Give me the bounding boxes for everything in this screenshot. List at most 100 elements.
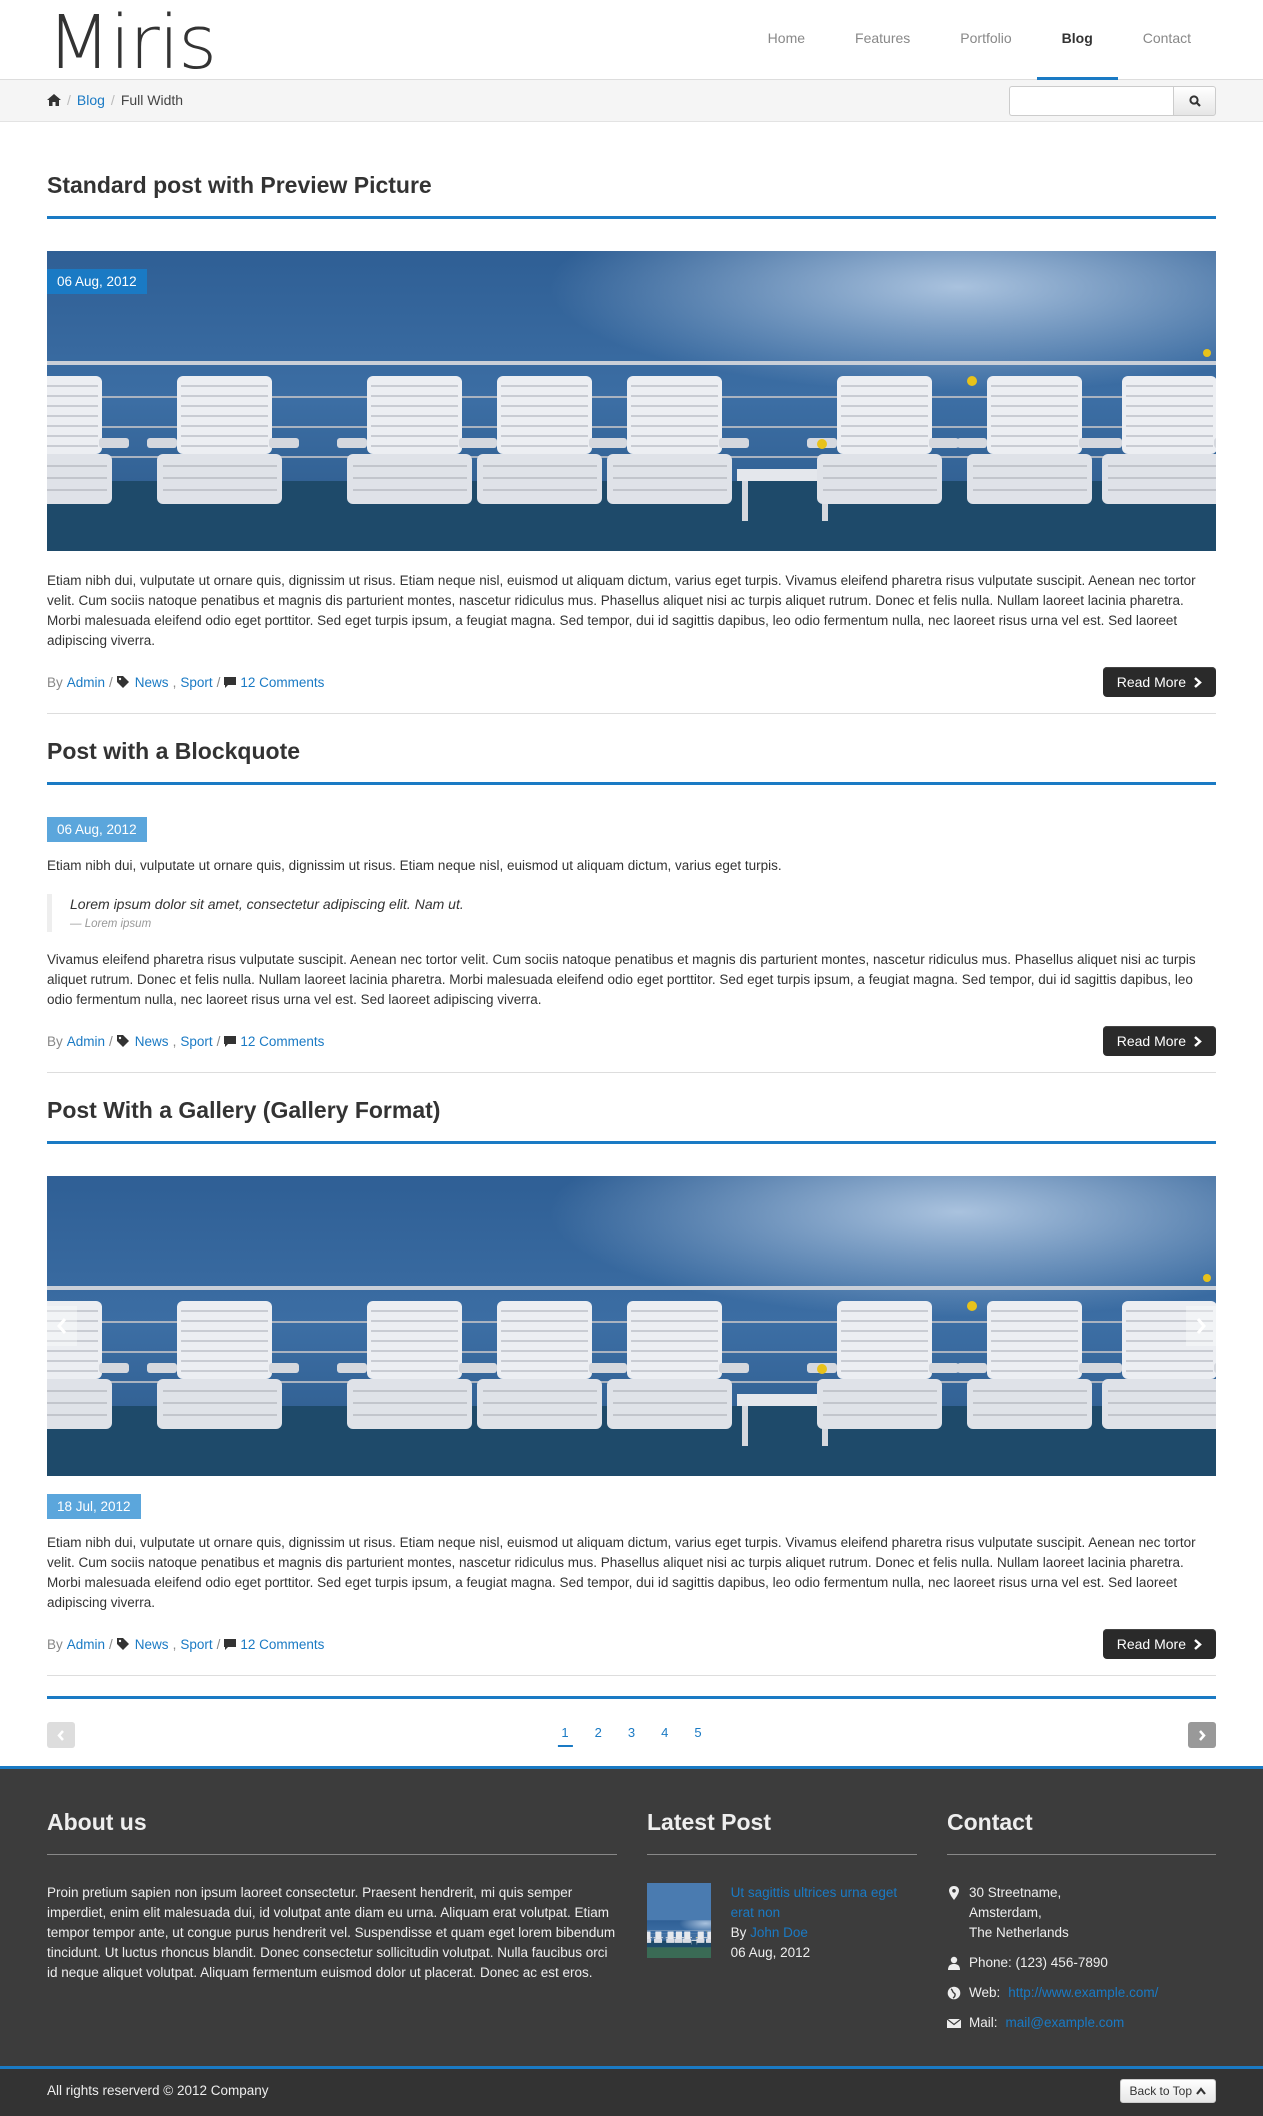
read-more-button[interactable]: Read More <box>1102 667 1216 697</box>
read-more-label: Read More <box>1116 1033 1186 1049</box>
blog-post: Post with a Blockquote 06 Aug, 2012 Etia… <box>47 738 1216 1073</box>
meta-comments-link[interactable]: 12 Comments <box>240 1637 324 1652</box>
comment-icon <box>224 1035 237 1047</box>
user-icon <box>948 1956 960 1970</box>
comment-icon <box>224 676 237 688</box>
contact-mail-link[interactable]: mail@example.com <box>1006 2013 1125 2033</box>
gallery-next-button[interactable] <box>1186 1306 1216 1346</box>
blog-post: Standard post with Preview Picture 06 Au… <box>47 172 1216 714</box>
nav-item-features[interactable]: Features <box>830 0 935 80</box>
footer-contact-title: Contact <box>947 1809 1216 1855</box>
blog-post: Post With a Gallery (Gallery Format) 18 … <box>47 1097 1216 1676</box>
latest-post-author-link[interactable]: John Doe <box>750 1925 808 1940</box>
breadcrumb-separator: / <box>67 92 71 108</box>
page-link[interactable]: 4 <box>657 1725 672 1747</box>
search-input[interactable] <box>1009 86 1173 116</box>
meta-by: By <box>47 1636 63 1652</box>
post-title[interactable]: Post with a Blockquote <box>47 738 1216 785</box>
page-link[interactable]: 1 <box>557 1725 573 1747</box>
post-title[interactable]: Post With a Gallery (Gallery Format) <box>47 1097 1216 1144</box>
post-meta-info: By Admin / News, Sport / 12 Comments <box>47 1636 325 1652</box>
post-excerpt: Etiam nibh dui, vulputate ut ornare quis… <box>47 1535 1196 1610</box>
meta-category-link[interactable]: Sport <box>180 675 212 690</box>
meta-category-link[interactable]: News <box>135 1034 169 1049</box>
meta-category-link[interactable]: News <box>135 675 169 690</box>
meta-by: By <box>47 674 63 690</box>
chevron-left-icon <box>57 1318 67 1334</box>
meta-comments-link[interactable]: 12 Comments <box>240 675 324 690</box>
gallery-prev-button[interactable] <box>47 1306 77 1346</box>
search-button[interactable] <box>1173 86 1216 116</box>
read-more-label: Read More <box>1116 674 1186 690</box>
post-meta-info: By Admin / News, Sport / 12 Comments <box>47 1033 325 1049</box>
map-marker-icon <box>949 1886 959 1900</box>
meta-category-link[interactable]: Sport <box>180 1637 212 1652</box>
bottom-bar: All rights reserverd © 2012 Company Back… <box>0 2066 1263 2116</box>
meta-category-link[interactable]: Sport <box>180 1034 212 1049</box>
read-more-button[interactable]: Read More <box>1102 1026 1216 1056</box>
page-link[interactable]: 2 <box>591 1725 606 1747</box>
latest-post-date: 06 Aug, 2012 <box>730 1945 811 1960</box>
meta-author-link[interactable]: Admin <box>67 675 105 690</box>
read-more-label: Read More <box>1116 1636 1186 1652</box>
contact-web-label: Web: <box>969 1985 1001 2000</box>
contact-mail-label: Mail: <box>969 2015 998 2030</box>
contact-web: Web: http://www.example.com/ <box>947 1983 1216 2003</box>
pagination-prev-button[interactable] <box>47 1722 75 1748</box>
meta-separator: / <box>216 674 221 690</box>
meta-author-link[interactable]: Admin <box>67 1637 105 1652</box>
site-logo[interactable]: Miris <box>47 0 217 86</box>
search-form <box>1009 86 1216 116</box>
post-preview-image[interactable]: 06 Aug, 2012 <box>47 251 1216 551</box>
nav-item-portfolio[interactable]: Portfolio <box>935 0 1036 80</box>
copyright-text: All rights reserverd © 2012 Company <box>47 2083 269 2098</box>
search-icon <box>1188 95 1201 107</box>
site-footer: About us Proin pretium sapien non ipsum … <box>0 1766 1263 2066</box>
read-more-button[interactable]: Read More <box>1102 1629 1216 1659</box>
back-to-top-button[interactable]: Back to Top <box>1119 2079 1216 2103</box>
meta-comments-link[interactable]: 12 Comments <box>240 1034 324 1049</box>
deck-chairs-thumbnail <box>647 1883 711 1958</box>
tags-icon <box>116 1035 129 1047</box>
deck-chairs-image <box>47 1176 1216 1476</box>
address-line: Amsterdam, <box>969 1905 1042 1920</box>
gallery-slider[interactable] <box>47 1176 1216 1476</box>
post-date-badge: 18 Jul, 2012 <box>47 1494 141 1519</box>
comment-icon <box>224 1638 237 1650</box>
quote-source: — Lorem ipsum <box>70 918 152 930</box>
home-icon[interactable] <box>47 94 61 106</box>
chevron-right-icon <box>1194 1035 1202 1047</box>
meta-separator: / <box>109 674 113 690</box>
back-to-top-label: Back to Top <box>1129 2084 1192 2098</box>
contact-address: 30 Streetname, Amsterdam, The Netherland… <box>947 1883 1216 1943</box>
meta-separator: / <box>216 1033 221 1049</box>
envelope-icon <box>947 2018 961 2028</box>
tags-icon <box>116 676 129 688</box>
footer-about-text: Proin pretium sapien non ipsum laoreet c… <box>47 1885 616 1980</box>
tags-icon <box>116 1638 129 1650</box>
post-title[interactable]: Standard post with Preview Picture <box>47 172 1216 219</box>
contact-web-link[interactable]: http://www.example.com/ <box>1008 1983 1158 2003</box>
breadcrumb-link-blog[interactable]: Blog <box>77 92 105 108</box>
blog-main: Standard post with Preview Picture 06 Au… <box>47 122 1216 1766</box>
page-link[interactable]: 5 <box>690 1725 705 1747</box>
latest-post-item: Ut sagittis ultrices urna eget erat non … <box>647 1883 917 1963</box>
latest-post-link[interactable]: Ut sagittis ultrices urna eget erat non <box>731 1883 917 1923</box>
post-date-badge: 06 Aug, 2012 <box>47 269 147 294</box>
chevron-up-icon <box>1196 2087 1206 2095</box>
meta-category-link[interactable]: News <box>135 1637 169 1652</box>
latest-post-thumbnail[interactable] <box>647 1883 711 1958</box>
pagination-next-button[interactable] <box>1188 1722 1216 1748</box>
post-date-badge: 06 Aug, 2012 <box>47 817 147 842</box>
nav-item-home[interactable]: Home <box>743 0 830 80</box>
meta-author-link[interactable]: Admin <box>67 1034 105 1049</box>
chevron-right-icon <box>1194 1638 1202 1650</box>
nav-item-blog[interactable]: Blog <box>1036 0 1118 80</box>
contact-phone: Phone: (123) 456-7890 <box>947 1953 1216 1973</box>
post-meta-info: By Admin / News, Sport / 12 Comments <box>47 674 325 690</box>
pagination: 1 2 3 4 5 <box>47 1696 1216 1766</box>
latest-post-info: Ut sagittis ultrices urna eget erat non … <box>731 1883 917 1963</box>
nav-item-contact[interactable]: Contact <box>1118 0 1216 80</box>
meta-separator: / <box>109 1033 113 1049</box>
page-link[interactable]: 3 <box>624 1725 639 1747</box>
